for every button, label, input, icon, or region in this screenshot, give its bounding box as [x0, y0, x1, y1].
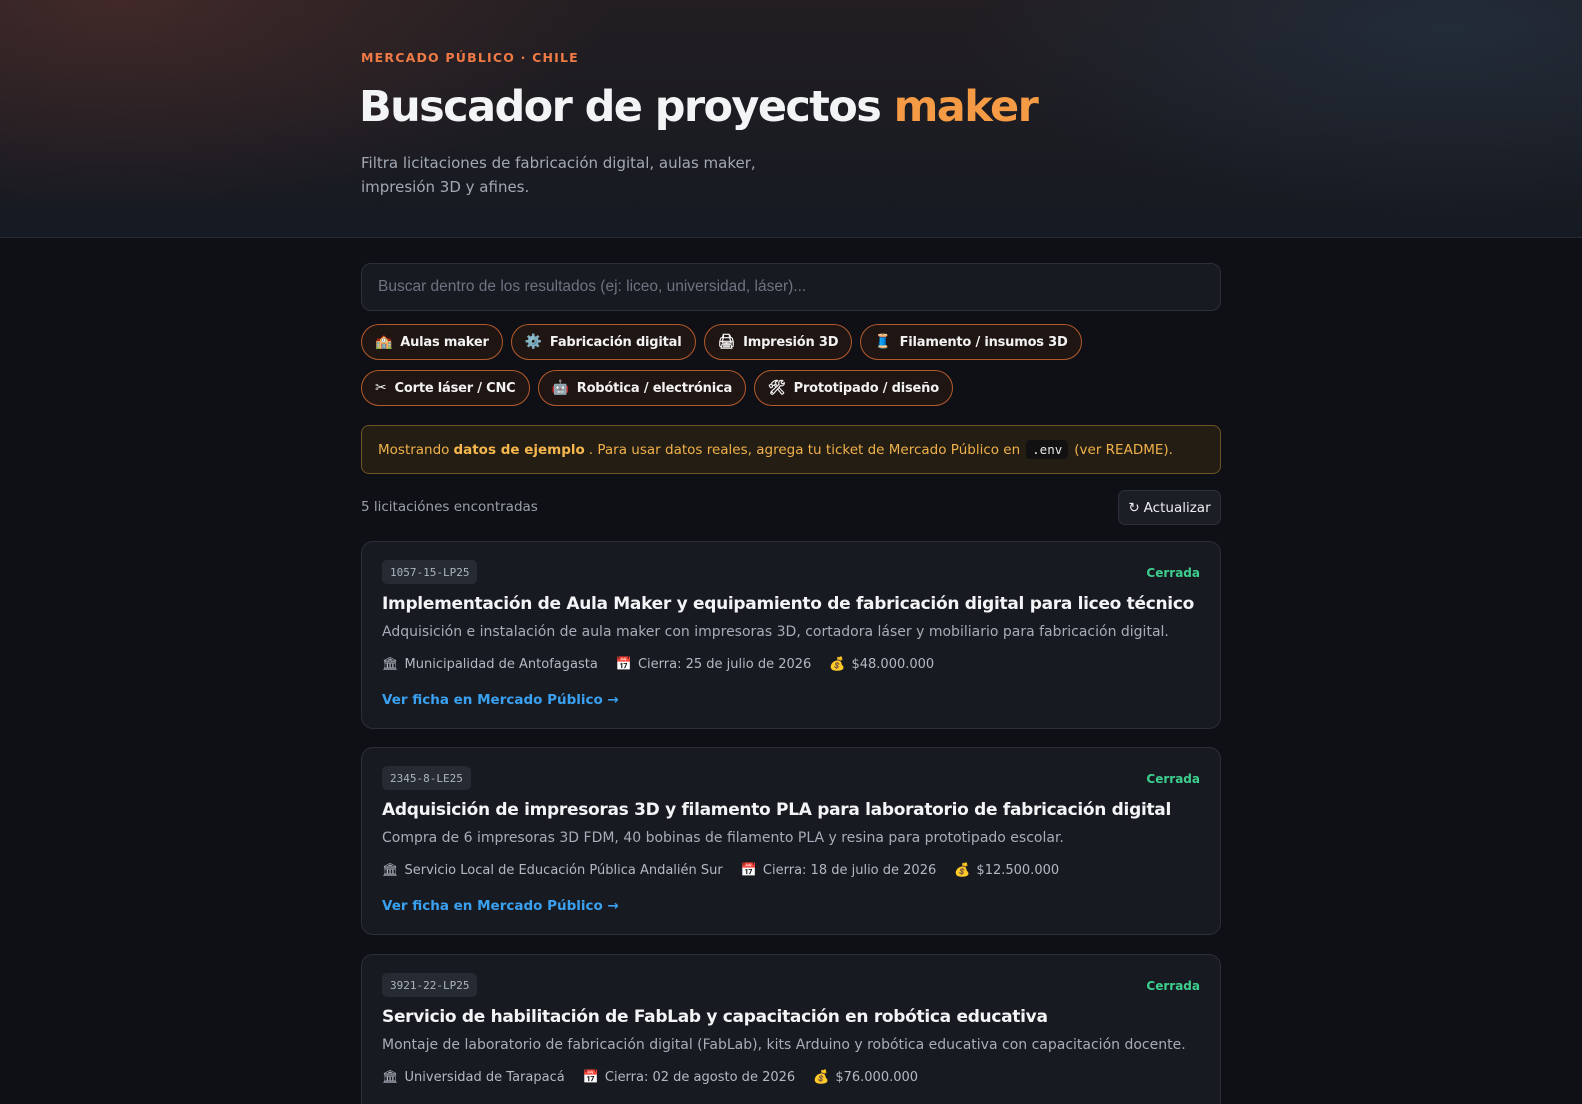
- tender-card: 3921-22-LP25 Cerrada Servicio de habilit…: [361, 954, 1221, 1104]
- calendar-icon: 📅: [740, 863, 757, 878]
- page-title: Buscador de proyectos maker: [359, 82, 1039, 132]
- chip-label: Impresión 3D: [743, 334, 839, 350]
- closing-date: Cierra: 25 de julio de 2026: [637, 657, 812, 672]
- tender-description: Adquisición e instalación de aula maker …: [382, 624, 1169, 640]
- money-bag-icon: 💰: [954, 863, 971, 878]
- chip-label: Aulas maker: [400, 334, 489, 350]
- amount: $12.500.000: [976, 863, 1060, 878]
- meta-organization: 🏛 Municipalidad de Antofagasta: [382, 657, 598, 672]
- page-title-main: Buscador de proyectos: [359, 82, 894, 132]
- page-title-accent: maker: [893, 82, 1039, 132]
- tender-title: Servicio de habilitación de FabLab y cap…: [382, 1007, 1048, 1027]
- tender-code-badge: 1057-15-LP25: [382, 560, 478, 584]
- notice-prefix: Mostrando: [378, 441, 450, 458]
- chip-prototipado-diseno[interactable]: 🛠 Prototipado / diseño: [754, 370, 953, 406]
- organization-name: Universidad de Tarapacá: [404, 1070, 565, 1085]
- tender-meta: 🏛 Servicio Local de Educación Pública And…: [382, 863, 1059, 878]
- eyebrow-label: MERCADO PÚBLICO · CHILE: [361, 50, 579, 65]
- page-header: MERCADO PÚBLICO · CHILE Buscador de proy…: [0, 0, 1582, 238]
- building-icon: 🏛: [382, 863, 399, 878]
- money-bag-icon: 💰: [813, 1070, 830, 1085]
- tools-icon: 🛠: [768, 380, 786, 396]
- results-count: 5 licitaciónes encontradas: [361, 499, 538, 515]
- building-icon: 🏛: [382, 657, 399, 672]
- category-filter-chips: 🏫 Aulas maker ⚙️ Fabricación digital 🖨 I…: [361, 324, 1221, 406]
- calendar-icon: 📅: [582, 1070, 599, 1085]
- notice-bold: datos de ejemplo: [453, 441, 585, 458]
- meta-closing-date: 📅 Cierra: 18 de julio de 2026: [741, 863, 937, 878]
- chip-aulas-maker[interactable]: 🏫 Aulas maker: [361, 324, 503, 360]
- refresh-button[interactable]: ↻ Actualizar: [1118, 490, 1221, 525]
- search-input[interactable]: [361, 263, 1221, 311]
- chip-impresion-3d[interactable]: 🖨 Impresión 3D: [703, 324, 853, 360]
- notice-middle: . Para usar datos reales, agrega tu tick…: [588, 441, 1021, 458]
- printer-icon: 🖨: [717, 334, 736, 350]
- sample-data-notice: Mostrando datos de ejemplo . Para usar d…: [361, 425, 1221, 474]
- closing-date: Cierra: 02 de agosto de 2026: [604, 1070, 796, 1085]
- chip-corte-laser-cnc[interactable]: ✂ Corte láser / CNC: [361, 370, 530, 406]
- scissors-icon: ✂: [375, 380, 387, 396]
- meta-closing-date: 📅 Cierra: 25 de julio de 2026: [616, 657, 812, 672]
- meta-amount: 💰 $12.500.000: [954, 863, 1059, 878]
- meta-organization: 🏛 Servicio Local de Educación Pública And…: [382, 863, 723, 878]
- thread-icon: 🧵: [874, 334, 892, 350]
- tender-description: Compra de 6 impresoras 3D FDM, 40 bobina…: [382, 830, 1064, 846]
- chip-label: Prototipado / diseño: [793, 380, 940, 396]
- robot-icon: 🤖: [551, 380, 569, 396]
- closing-date: Cierra: 18 de julio de 2026: [762, 863, 937, 878]
- organization-name: Servicio Local de Educación Pública Anda…: [404, 863, 723, 878]
- money-bag-icon: 💰: [829, 657, 846, 672]
- status-badge: Cerrada: [1146, 566, 1200, 580]
- meta-organization: 🏛 Universidad de Tarapacá: [382, 1070, 565, 1085]
- notice-code: .env: [1026, 440, 1069, 459]
- refresh-label: Actualizar: [1143, 499, 1211, 516]
- chip-label: Corte láser / CNC: [394, 380, 516, 396]
- tender-code-badge: 2345-8-LE25: [382, 766, 471, 790]
- tender-card: 1057-15-LP25 Cerrada Implementación de A…: [361, 541, 1221, 729]
- tender-title: Implementación de Aula Maker y equipamie…: [382, 594, 1194, 614]
- tender-card: 2345-8-LE25 Cerrada Adquisición de impre…: [361, 747, 1221, 935]
- chip-fabricacion-digital[interactable]: ⚙️ Fabricación digital: [510, 324, 696, 360]
- tender-title: Adquisición de impresoras 3D y filamento…: [382, 800, 1171, 820]
- school-icon: 🏫: [375, 334, 393, 350]
- tender-description: Montaje de laboratorio de fabricación di…: [382, 1037, 1186, 1053]
- status-badge: Cerrada: [1146, 772, 1200, 786]
- chip-label: Fabricación digital: [549, 334, 682, 350]
- gear-icon: ⚙️: [524, 334, 542, 350]
- refresh-icon: ↻: [1128, 499, 1140, 516]
- meta-amount: 💰 $76.000.000: [813, 1070, 918, 1085]
- calendar-icon: 📅: [615, 657, 632, 672]
- meta-amount: 💰 $48.000.000: [829, 657, 934, 672]
- tender-meta: 🏛 Universidad de Tarapacá 📅 Cierra: 02 de …: [382, 1070, 918, 1085]
- chip-label: Robótica / electrónica: [576, 380, 733, 396]
- amount: $76.000.000: [835, 1070, 919, 1085]
- organization-name: Municipalidad de Antofagasta: [404, 657, 598, 672]
- amount: $48.000.000: [851, 657, 935, 672]
- building-icon: 🏛: [382, 1070, 399, 1085]
- tender-code-badge: 3921-22-LP25: [382, 973, 478, 997]
- chip-filamento-insumos[interactable]: 🧵 Filamento / insumos 3D: [860, 324, 1082, 360]
- status-badge: Cerrada: [1146, 979, 1200, 993]
- view-tender-link[interactable]: Ver ficha en Mercado Público →: [382, 692, 619, 708]
- notice-suffix: (ver README).: [1074, 441, 1173, 458]
- meta-closing-date: 📅 Cierra: 02 de agosto de 2026: [583, 1070, 795, 1085]
- chip-robotica-electronica[interactable]: 🤖 Robótica / electrónica: [537, 370, 747, 406]
- tender-meta: 🏛 Municipalidad de Antofagasta 📅 Cierra: 2…: [382, 657, 934, 672]
- view-tender-link[interactable]: Ver ficha en Mercado Público →: [382, 898, 619, 914]
- page-subtitle: Filtra licitaciones de fabricación digit…: [361, 154, 756, 196]
- chip-label: Filamento / insumos 3D: [899, 334, 1068, 350]
